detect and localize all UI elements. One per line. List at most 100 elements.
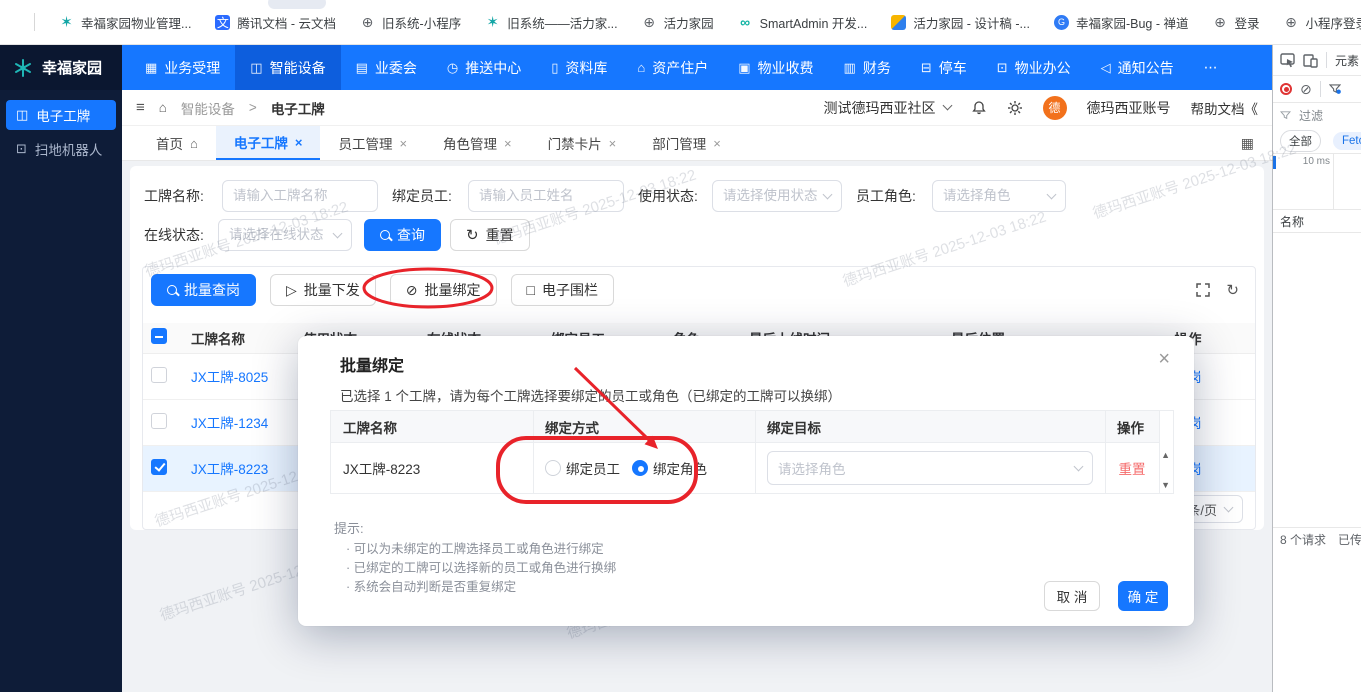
filter-funnel-icon[interactable] (1328, 84, 1341, 94)
smartadmin-favicon-icon: ∞ (740, 14, 751, 30)
nav-item-smart-devices[interactable]: ◫ 智能设备 (235, 45, 341, 90)
select-all-checkbox[interactable] (151, 328, 167, 345)
close-icon[interactable]: × (713, 136, 721, 151)
employee-role-select[interactable]: 请选择角色 (932, 180, 1066, 212)
bind-employee-input[interactable]: 请输入员工姓名 (468, 180, 624, 212)
nav-item-more[interactable]: ⋯ (1189, 45, 1233, 90)
batch-dispatch-button[interactable]: ▷ 批量下发 (270, 274, 376, 306)
online-status-label: 在线状态: (144, 227, 204, 243)
radio-bind-role[interactable] (632, 460, 648, 476)
avatar[interactable]: 德 (1042, 95, 1067, 120)
tab-e-badge[interactable]: 电子工牌 × (215, 126, 321, 160)
inspect-icon[interactable] (1280, 52, 1295, 68)
bind-target-select[interactable]: 请选择角色 (767, 451, 1093, 485)
devtools-elements-tab[interactable]: 元素 (1335, 52, 1359, 69)
chevron-down-icon (332, 228, 343, 239)
home-icon[interactable]: ⌂ (159, 100, 167, 115)
nav-item-property-office[interactable]: ⊡ 物业办公 (982, 45, 1086, 90)
filter-input[interactable]: 过滤 (1299, 107, 1323, 124)
nav-item-announcements[interactable]: ◁ 通知公告 (1086, 45, 1189, 90)
network-filter: 过滤 (1273, 103, 1361, 127)
tab-access-cards[interactable]: 门禁卡片 × (530, 126, 635, 160)
chevron-down-icon (942, 100, 952, 111)
nav-item-business[interactable]: ▦ 业务受理 (130, 45, 235, 90)
online-status-select[interactable]: 请选择在线状态 (218, 219, 352, 251)
close-icon[interactable]: × (504, 136, 512, 151)
bind-employee-label: 绑定员工: (392, 188, 452, 204)
bookmark-item[interactable]: ✶ 幸福家园物业管理... (59, 13, 191, 32)
modal-subtitle: 已选择 1 个工牌，请为每个工牌选择要绑定的员工或角色（已绑定的工牌可以换绑） (340, 389, 842, 404)
row-reset-link[interactable]: 重置 (1119, 458, 1146, 478)
sidebar: ◫ 电子工牌 ⊡ 扫地机器人 (0, 90, 122, 692)
chip-all[interactable]: 全部 (1280, 130, 1321, 152)
bookmark-item[interactable]: ⊕ 活力家园 (642, 13, 713, 32)
nav-item-owners-committee[interactable]: ▤ 业委会 (341, 45, 432, 90)
app-logo[interactable]: 幸福家园 (0, 45, 122, 90)
community-select[interactable]: 测试德玛西亚社区 (824, 98, 952, 118)
sidebar-item-sweeping-robot[interactable]: ⊡ 扫地机器人 (6, 134, 116, 164)
help-doc-link[interactable]: 帮助文档《 (1191, 98, 1259, 118)
query-button[interactable]: 查询 (364, 219, 441, 251)
record-icon[interactable] (1280, 83, 1292, 95)
e-fence-button[interactable]: □ 电子围栏 (510, 274, 614, 306)
tencent-docs-favicon-icon: 文 (215, 14, 231, 30)
bookmark-item[interactable]: ⊕ 小程序登录 (1284, 13, 1361, 32)
modal-close-icon[interactable]: × (1158, 348, 1170, 371)
employee-role-label: 员工角色: (856, 188, 916, 204)
bookmark-item[interactable]: 文腾讯文档 - 云文档 (215, 13, 336, 32)
refresh-icon[interactable]: ↻ (1226, 281, 1239, 299)
chip-fetch-xhr[interactable]: Fetch/XHR (1333, 132, 1361, 150)
row-checkbox[interactable] (151, 412, 167, 429)
batch-bind-button[interactable]: ⊘ 批量绑定 (389, 274, 497, 306)
fullscreen-icon[interactable] (1196, 283, 1211, 297)
bookmark-item[interactable]: G 幸福家园-Bug - 禅道 (1053, 13, 1189, 32)
tab-dept-mgmt[interactable]: 部门管理 × (634, 126, 739, 160)
breadcrumb-parent[interactable]: 智能设备 (181, 98, 235, 118)
bookmark-item[interactable]: ⊕ 登录 (1213, 13, 1259, 32)
badge-name-link[interactable]: JX工牌-1234 (191, 416, 268, 431)
calendar-icon: ▥ (843, 59, 856, 75)
shield-icon: ▣ (738, 59, 751, 75)
account-name[interactable]: 德玛西亚账号 (1087, 98, 1171, 118)
network-table-header: 名称 (1273, 210, 1361, 232)
nav-item-parking[interactable]: ⊟ 停车 (906, 45, 982, 90)
bookmark-item[interactable]: ∞ SmartAdmin 开发... (738, 13, 867, 32)
name-column-header[interactable]: 名称 (1280, 213, 1304, 230)
row-checkbox[interactable] (151, 366, 167, 383)
bell-icon[interactable] (971, 100, 987, 116)
nav-item-finance[interactable]: ▥ 财务 (829, 45, 906, 90)
clear-icon[interactable]: ⊘ (1300, 81, 1312, 98)
cancel-button[interactable]: 取 消 (1044, 581, 1100, 611)
tab-employee-mgmt[interactable]: 员工管理 × (320, 126, 425, 160)
bookmark-item[interactable]: ⊕ 旧系统-小程序 (360, 13, 462, 32)
reset-button[interactable]: ↻ 重置 (450, 219, 530, 251)
tab-role-mgmt[interactable]: 角色管理 × (425, 126, 530, 160)
batch-inspect-button[interactable]: 批量查岗 (151, 274, 256, 306)
badge-name-input[interactable]: 请输入工牌名称 (222, 180, 378, 212)
nav-item-push-center[interactable]: ◷ 推送中心 (432, 45, 536, 90)
confirm-button[interactable]: 确 定 (1118, 581, 1168, 611)
nav-item-property-fees[interactable]: ▣ 物业收费 (723, 45, 828, 90)
divider (1159, 411, 1160, 493)
badge-name-link[interactable]: JX工牌-8025 (191, 370, 268, 385)
nav-item-library[interactable]: ▯ 资料库 (536, 45, 622, 90)
tab-home[interactable]: 首页 ⌂ (138, 126, 216, 160)
collapse-menu-icon[interactable]: ≡ (136, 99, 145, 116)
bookmark-item[interactable]: 活力家园 - 设计稿 -... (891, 13, 1030, 32)
bookmark-item[interactable]: ✶ 旧系统——活力家... (485, 13, 617, 32)
radio-bind-employee[interactable] (545, 460, 561, 476)
use-status-select[interactable]: 请选择使用状态 (712, 180, 842, 212)
sidebar-item-e-badge[interactable]: ◫ 电子工牌 (6, 100, 116, 130)
nav-item-assets-residents[interactable]: ⌂ 资产住户 (622, 45, 723, 90)
scroll-up-icon[interactable]: ▲ (1161, 451, 1170, 460)
device-toolbar-icon[interactable] (1303, 53, 1318, 68)
row-checkbox[interactable] (151, 458, 167, 475)
close-icon[interactable]: × (295, 135, 303, 150)
badge-name-link[interactable]: JX工牌-8223 (191, 462, 268, 477)
close-icon[interactable]: × (399, 136, 407, 151)
close-icon[interactable]: × (609, 136, 617, 151)
monitor-icon: ⊡ (996, 59, 1008, 75)
gear-icon[interactable] (1007, 100, 1023, 116)
scroll-down-icon[interactable]: ▼ (1161, 481, 1170, 490)
tabs-grid-icon[interactable]: ▦ (1241, 135, 1254, 152)
